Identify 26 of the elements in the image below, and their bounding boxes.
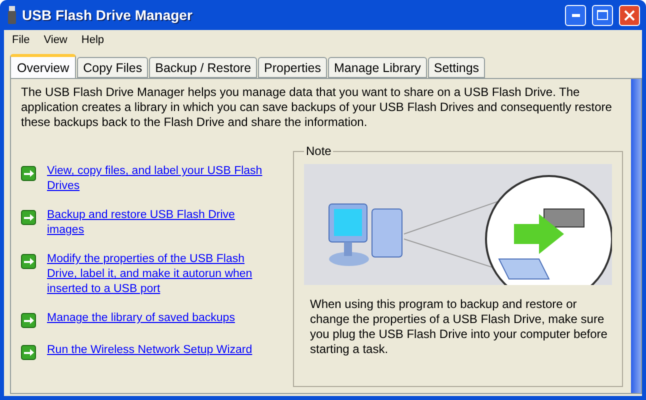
minimize-icon bbox=[572, 14, 580, 16]
maximize-icon bbox=[597, 10, 608, 20]
intro-text: The USB Flash Drive Manager helps you manage data that you want to share on a USB Flash Drive. The application creates a library in which you can save backups of your USB Flash Drives and consequently restore these backups back to the Flash Drive and share the information. bbox=[21, 85, 613, 130]
menu-item[interactable]: File bbox=[12, 34, 30, 46]
window-title: USB Flash Drive Manager bbox=[22, 7, 194, 23]
tab[interactable]: Backup / Restore bbox=[149, 57, 258, 78]
tab[interactable]: Copy Files bbox=[77, 57, 148, 78]
task-link[interactable]: Manage the library of saved backups bbox=[47, 311, 265, 326]
task-link[interactable]: Run the Wireless Network Setup Wizard bbox=[47, 343, 265, 358]
menu-item[interactable]: View bbox=[44, 34, 68, 46]
maximize-button[interactable] bbox=[592, 4, 613, 26]
task-link[interactable]: View, copy files, and label your USB Flash Drives bbox=[47, 164, 265, 194]
minimize-button[interactable] bbox=[565, 4, 586, 26]
task-link[interactable]: Backup and restore USB Flash Drive images bbox=[47, 208, 265, 238]
task-link[interactable]: Modify the properties of the USB Flash Drive, label it, and make it autorun when inserted to a USB port bbox=[47, 252, 265, 297]
tab[interactable]: Properties bbox=[258, 57, 328, 78]
tab[interactable]: Overview bbox=[10, 54, 76, 78]
menu-item[interactable]: Help bbox=[81, 34, 104, 46]
tab[interactable]: Manage Library bbox=[328, 57, 427, 78]
tab[interactable]: Settings bbox=[428, 57, 486, 78]
close-icon bbox=[624, 10, 635, 20]
group-title: Note bbox=[305, 144, 332, 158]
close-button[interactable] bbox=[619, 4, 640, 26]
usb-drive-icon bbox=[8, 6, 16, 24]
scrollbar[interactable] bbox=[631, 79, 641, 393]
note-text: When using this program to backup and restore or change the properties of a USB Flash Drive, make sure you plug the USB Flash Drive into your computer before starting a task. bbox=[310, 297, 608, 357]
